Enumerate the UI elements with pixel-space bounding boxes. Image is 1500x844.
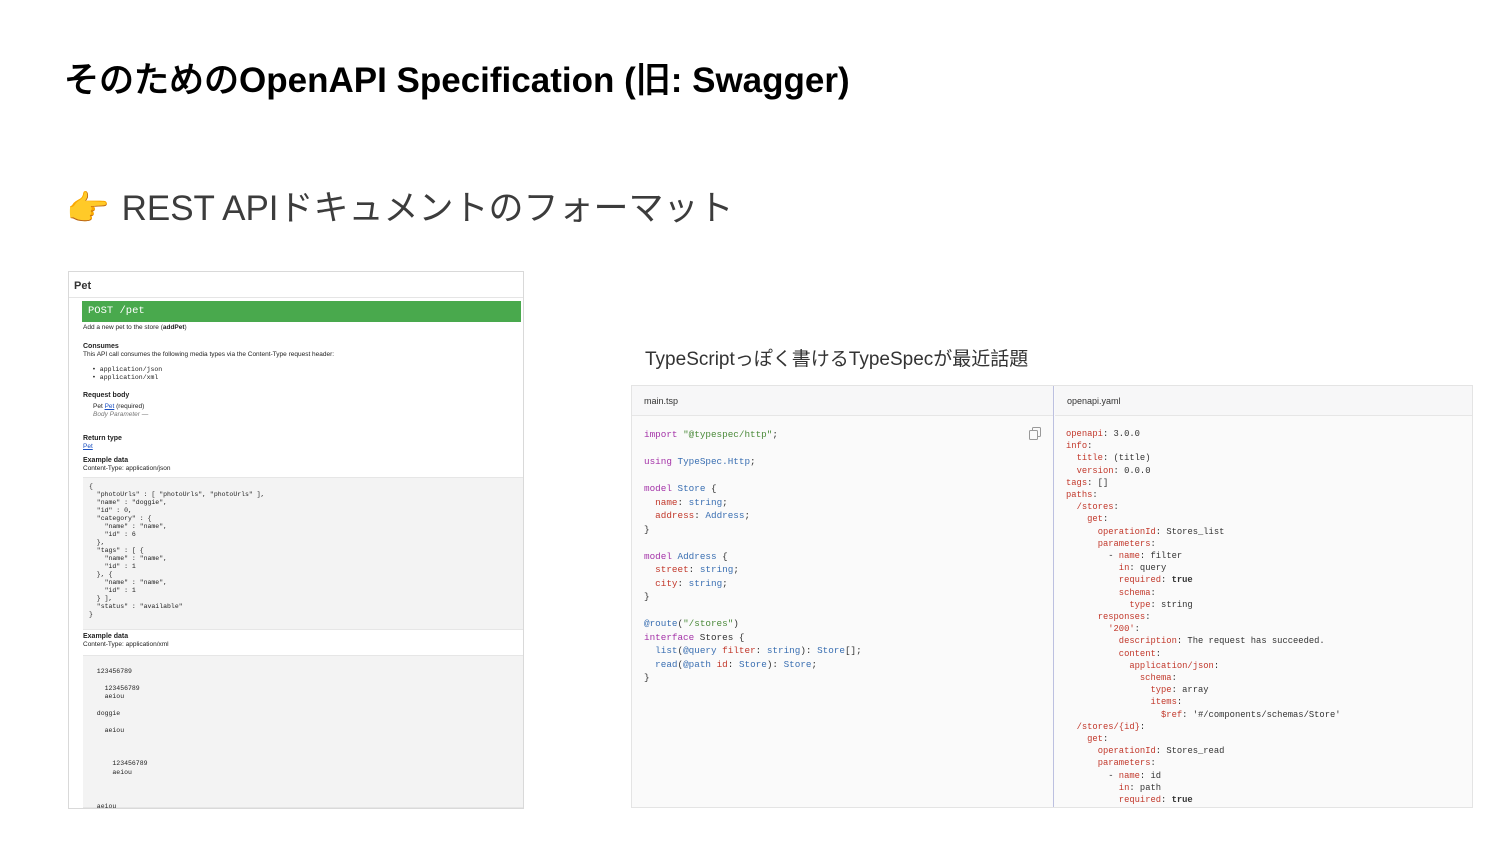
consumes-item: • application/xml <box>92 374 159 381</box>
tsp-code[interactable]: import "@typespec/http"; using TypeSpec.… <box>632 416 1053 685</box>
slide-title: そのためのOpenAPI Specification (旧: Swagger) <box>64 61 850 100</box>
request-body-heading: Request body <box>83 392 130 399</box>
typespec-playground: main.tsp import "@typespec/http"; using … <box>631 385 1473 808</box>
copy-icon[interactable] <box>1029 427 1041 440</box>
subtitle-text: REST APIドキュメントのフォーマット <box>121 189 734 228</box>
example-data-heading: Example data <box>83 457 129 464</box>
tsp-editor-pane: main.tsp import "@typespec/http"; using … <box>632 386 1054 807</box>
example-data-xml-heading: Example data <box>83 633 129 640</box>
typespec-caption: TypeScriptっぽく書けるTypeSpecが最近話題 <box>645 349 1029 370</box>
slide-subtitle: 👉 REST APIドキュメントのフォーマット <box>66 180 734 231</box>
pet-model-link[interactable]: Pet <box>105 403 115 410</box>
consumes-item: • application/json <box>92 366 163 373</box>
request-body-param: Pet Pet (required) <box>93 403 145 410</box>
consumes-list: • application/json • application/xml <box>83 366 523 382</box>
swagger-doc-panel: Pet POST /pet Add a new pet to the store… <box>68 271 524 809</box>
xml-example-block: 123456789 123456789 aeiou doggie aeiou 1… <box>83 655 523 808</box>
swagger-section-title: Pet <box>69 272 523 298</box>
endpoint-summary: Add a new pet to the store (addPet) <box>83 324 187 331</box>
xml-example-code: 123456789 123456789 aeiou doggie aeiou 1… <box>96 668 148 809</box>
example-content-type-xml: Content-Type: application/xml <box>83 641 169 648</box>
endpoint-post-pet[interactable]: POST /pet <box>82 301 521 322</box>
tab-openapi-yaml[interactable]: openapi.yaml <box>1055 386 1472 416</box>
return-type-link[interactable]: Pet <box>83 443 523 451</box>
tab-main-tsp[interactable]: main.tsp <box>632 386 1053 416</box>
return-type-heading: Return type <box>83 435 122 442</box>
json-example-block: { "photoUrls" : [ "photoUrls", "photoUrl… <box>83 477 523 630</box>
pointing-hand-icon: 👉 <box>66 189 110 228</box>
consumes-description: This API call consumes the following med… <box>83 351 335 358</box>
body-parameter-label: Body Parameter — <box>93 411 149 418</box>
json-example-code: { "photoUrls" : [ "photoUrls", "photoUrl… <box>89 483 265 618</box>
yaml-code[interactable]: openapi: 3.0.0 info: title: (title) vers… <box>1055 416 1472 806</box>
openapi-output-pane: openapi.yaml openapi: 3.0.0 info: title:… <box>1055 386 1472 807</box>
example-content-type-json: Content-Type: application/json <box>83 465 171 472</box>
consumes-heading: Consumes <box>83 343 119 350</box>
